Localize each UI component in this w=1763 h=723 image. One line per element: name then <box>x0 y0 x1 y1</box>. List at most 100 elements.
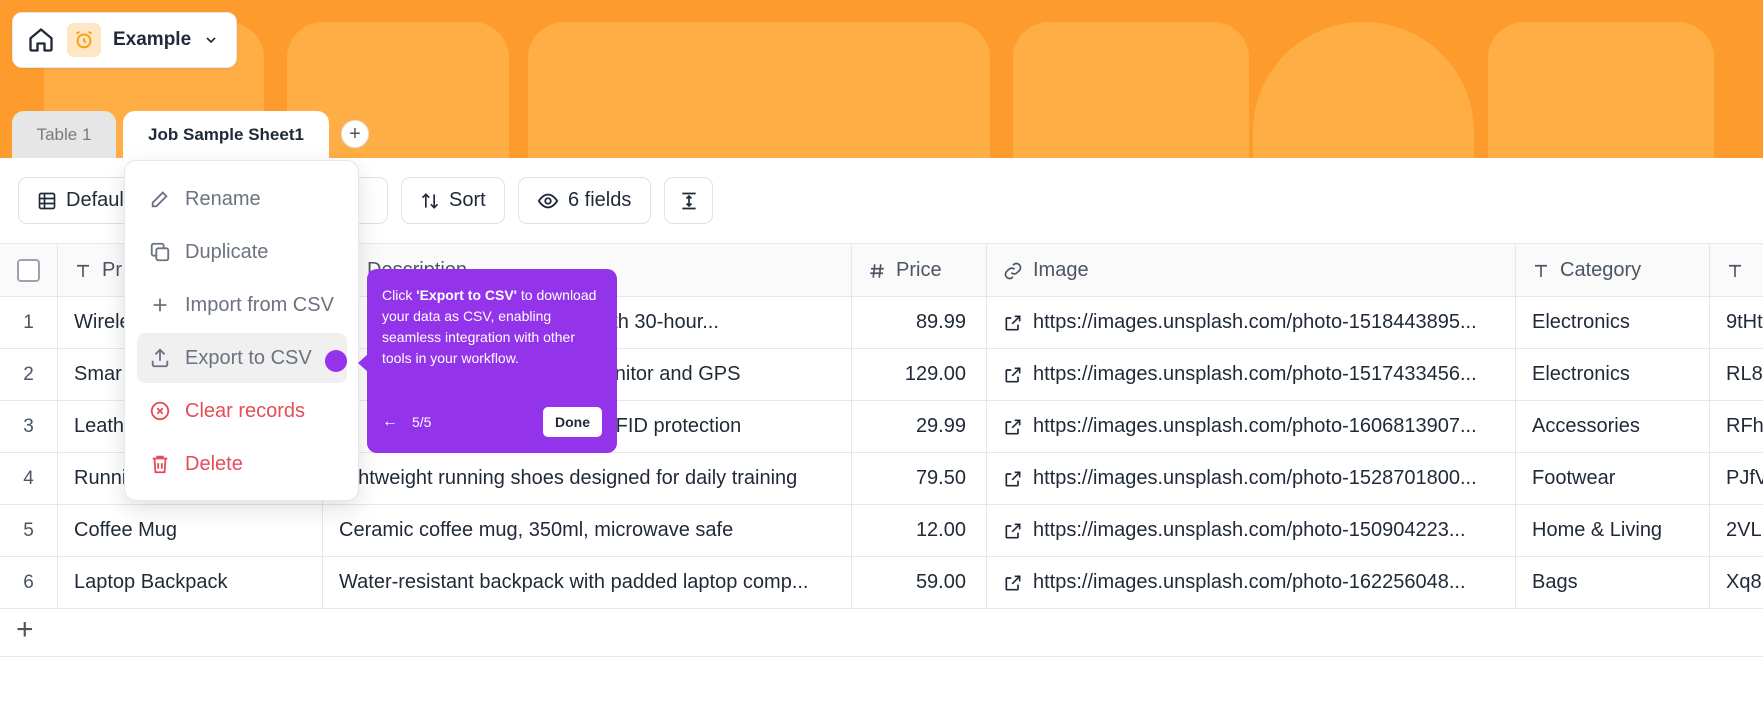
plus-icon: + <box>16 613 34 646</box>
column-header-image[interactable]: Image <box>987 244 1516 297</box>
cell-image[interactable]: https://images.unsplash.com/photo-160681… <box>987 401 1516 452</box>
cell-category[interactable]: Electronics <box>1516 297 1710 348</box>
menu-item-label: Export to CSV <box>185 346 312 369</box>
grid-icon <box>37 191 57 211</box>
tooltip-text-highlight: 'Export to CSV' <box>416 287 518 303</box>
cell-image[interactable]: https://images.unsplash.com/photo-151743… <box>987 349 1516 400</box>
row-number: 4 <box>0 453 58 504</box>
cell-extra[interactable]: 9tHt <box>1710 297 1763 348</box>
cell-description[interactable]: ghtweight running shoes designed for dai… <box>323 453 852 504</box>
eye-icon <box>537 190 559 212</box>
row-height-button[interactable] <box>664 177 713 224</box>
cell-price[interactable]: 29.99 <box>852 401 987 452</box>
upload-icon <box>149 347 171 369</box>
cell-extra[interactable]: Xq8 <box>1710 557 1763 608</box>
sort-button[interactable]: Sort <box>401 177 505 224</box>
x-circle-icon <box>149 400 171 422</box>
cell-price[interactable]: 79.50 <box>852 453 987 504</box>
cell-extra[interactable]: RL8 <box>1710 349 1763 400</box>
menu-item-label: Rename <box>185 187 261 210</box>
tab-table-1[interactable]: Table 1 <box>12 111 116 158</box>
cell-name[interactable]: Coffee Mug <box>58 505 323 556</box>
external-link-icon[interactable] <box>1003 521 1023 541</box>
external-link-icon[interactable] <box>1003 313 1023 333</box>
column-header-category[interactable]: Category <box>1516 244 1710 297</box>
table-context-menu: Rename Duplicate Import from CSV Export … <box>124 160 359 501</box>
header-banner: Example Table 1 Job Sample Sheet1 + <box>0 0 1763 158</box>
trash-icon <box>149 453 171 475</box>
header-decoration <box>528 22 990 158</box>
column-label: Image <box>1033 259 1089 281</box>
fields-button[interactable]: 6 fields <box>518 177 651 224</box>
cell-description[interactable]: Water-resistant backpack with padded lap… <box>323 557 852 608</box>
column-header-price[interactable]: Price <box>852 244 987 297</box>
add-table-button[interactable]: + <box>341 120 369 148</box>
table-row[interactable]: 5 Coffee Mug Ceramic coffee mug, 350ml, … <box>0 505 1763 557</box>
header-decoration <box>1013 22 1249 158</box>
menu-item-export-csv[interactable]: Export to CSV <box>137 333 347 383</box>
cell-extra[interactable]: RFht <box>1710 401 1763 452</box>
done-button[interactable]: Done <box>543 407 602 437</box>
cell-description[interactable]: Ceramic coffee mug, 350ml, microwave saf… <box>323 505 852 556</box>
header-decoration <box>1253 22 1474 158</box>
cell-category[interactable]: Footwear <box>1516 453 1710 504</box>
cell-price[interactable]: 89.99 <box>852 297 987 348</box>
copy-icon <box>149 241 171 263</box>
cell-price[interactable]: 59.00 <box>852 557 987 608</box>
cell-category[interactable]: Bags <box>1516 557 1710 608</box>
column-label: Price <box>896 259 942 281</box>
cell-image[interactable]: https://images.unsplash.com/photo-150904… <box>987 505 1516 556</box>
row-number: 1 <box>0 297 58 348</box>
fields-label: 6 fields <box>568 189 632 211</box>
image-url: https://images.unsplash.com/photo-150904… <box>1033 519 1466 541</box>
text-icon <box>1532 262 1550 280</box>
row-number: 5 <box>0 505 58 556</box>
tab-job-sample-sheet1[interactable]: Job Sample Sheet1 <box>123 111 329 158</box>
cell-price[interactable]: 129.00 <box>852 349 987 400</box>
column-label: Pr <box>102 259 122 281</box>
external-link-icon[interactable] <box>1003 417 1023 437</box>
image-url: https://images.unsplash.com/photo-151844… <box>1033 311 1477 333</box>
cell-extra[interactable]: PJfV <box>1710 453 1763 504</box>
tour-tooltip: Click 'Export to CSV' to download your d… <box>358 269 617 453</box>
workspace-name: Example <box>113 29 192 50</box>
menu-item-duplicate[interactable]: Duplicate <box>137 227 347 277</box>
image-url: https://images.unsplash.com/photo-162256… <box>1033 571 1466 593</box>
hash-icon <box>868 262 886 280</box>
select-all-checkbox[interactable] <box>17 259 40 282</box>
image-url: https://images.unsplash.com/photo-151743… <box>1033 363 1477 385</box>
menu-item-label: Delete <box>185 452 243 475</box>
cell-category[interactable]: Electronics <box>1516 349 1710 400</box>
workspace-switcher[interactable]: Example <box>12 12 237 68</box>
cell-image[interactable]: https://images.unsplash.com/photo-152870… <box>987 453 1516 504</box>
menu-item-import-csv[interactable]: Import from CSV <box>137 280 347 330</box>
external-link-icon[interactable] <box>1003 469 1023 489</box>
menu-item-label: Import from CSV <box>185 293 334 316</box>
menu-item-clear-records[interactable]: Clear records <box>137 386 347 436</box>
tour-tooltip-footer: ← 5/5 Done <box>382 406 602 438</box>
external-link-icon[interactable] <box>1003 365 1023 385</box>
cell-price[interactable]: 12.00 <box>852 505 987 556</box>
plus-icon: + <box>349 122 361 145</box>
menu-item-rename[interactable]: Rename <box>137 174 347 224</box>
column-header-extra[interactable] <box>1710 244 1763 297</box>
image-url: https://images.unsplash.com/photo-152870… <box>1033 467 1477 489</box>
view-label: Defaul <box>66 189 124 211</box>
add-row-button[interactable]: + <box>0 605 1763 657</box>
row-number: 3 <box>0 401 58 452</box>
menu-item-label: Duplicate <box>185 240 269 263</box>
menu-item-delete[interactable]: Delete <box>137 439 347 489</box>
table-row[interactable]: 6 Laptop Backpack Water-resistant backpa… <box>0 557 1763 609</box>
cell-category[interactable]: Home & Living <box>1516 505 1710 556</box>
cell-image[interactable]: https://images.unsplash.com/photo-162256… <box>987 557 1516 608</box>
alarm-clock-icon <box>67 23 101 57</box>
cell-name[interactable]: Laptop Backpack <box>58 557 323 608</box>
cell-image[interactable]: https://images.unsplash.com/photo-151844… <box>987 297 1516 348</box>
cell-category[interactable]: Accessories <box>1516 401 1710 452</box>
arrow-left-icon[interactable]: ← <box>382 413 398 431</box>
external-link-icon[interactable] <box>1003 573 1023 593</box>
tour-tooltip-text: Click 'Export to CSV' to download your d… <box>382 285 602 369</box>
cell-extra[interactable]: 2VL <box>1710 505 1763 556</box>
home-icon[interactable] <box>27 26 55 54</box>
column-label: Category <box>1560 259 1642 281</box>
